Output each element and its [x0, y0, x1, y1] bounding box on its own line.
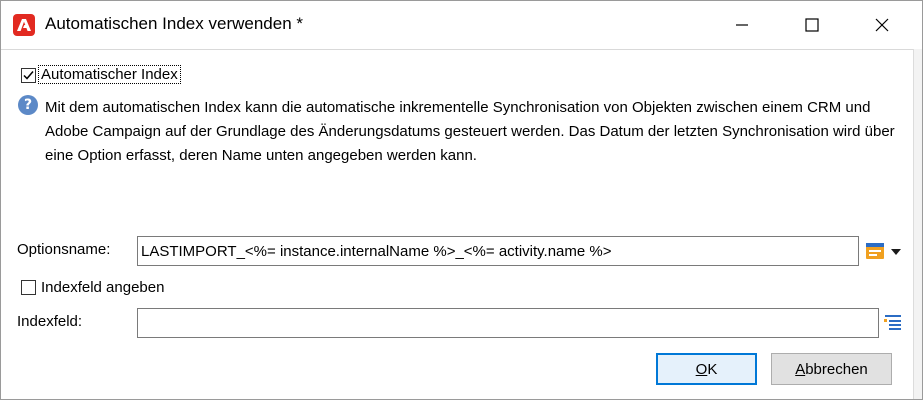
field-picker-button[interactable]: [881, 311, 903, 333]
maximize-icon: [805, 18, 819, 32]
info-description: Mit dem automatischen Index kann die aut…: [45, 99, 895, 164]
option-name-label: Optionsname:: [17, 241, 111, 258]
adobe-campaign-icon: [13, 14, 35, 36]
dialog-window: Automatischen Index verwenden * Automati…: [0, 0, 923, 400]
index-field-toggle-label[interactable]: Indexfeld angeben: [41, 279, 164, 296]
ok-button-label: OK: [695, 360, 718, 378]
expression-editor-icon: [866, 243, 884, 259]
right-edge-strip: [913, 49, 922, 399]
window-title: Automatischen Index verwenden *: [45, 14, 303, 33]
checkmark-icon: [23, 71, 34, 80]
close-icon: [875, 18, 889, 32]
index-field-checkbox[interactable]: [21, 280, 36, 295]
title-separator: [1, 49, 922, 50]
expression-editor-button[interactable]: [865, 241, 885, 261]
cancel-button-label: Abbrechen: [795, 360, 868, 378]
chevron-down-icon: [891, 249, 901, 255]
index-field-input[interactable]: [137, 308, 879, 338]
question-icon: ?: [18, 95, 38, 115]
option-name-input[interactable]: [137, 236, 859, 266]
title-bar[interactable]: Automatischen Index verwenden *: [1, 1, 922, 49]
ok-button[interactable]: OK: [656, 353, 757, 385]
close-button[interactable]: [859, 1, 905, 49]
maximize-button[interactable]: [789, 1, 835, 49]
index-field-label: Indexfeld:: [17, 313, 83, 330]
auto-index-label[interactable]: Automatischer Index: [38, 65, 181, 84]
option-dropdown-button[interactable]: [889, 245, 903, 257]
field-picker-icon: [884, 315, 901, 330]
auto-index-checkbox[interactable]: [21, 68, 36, 83]
right-edge-border: [913, 49, 914, 399]
cancel-button[interactable]: Abbrechen: [771, 353, 892, 385]
minimize-button[interactable]: [719, 1, 765, 49]
minimize-icon: [736, 24, 748, 26]
